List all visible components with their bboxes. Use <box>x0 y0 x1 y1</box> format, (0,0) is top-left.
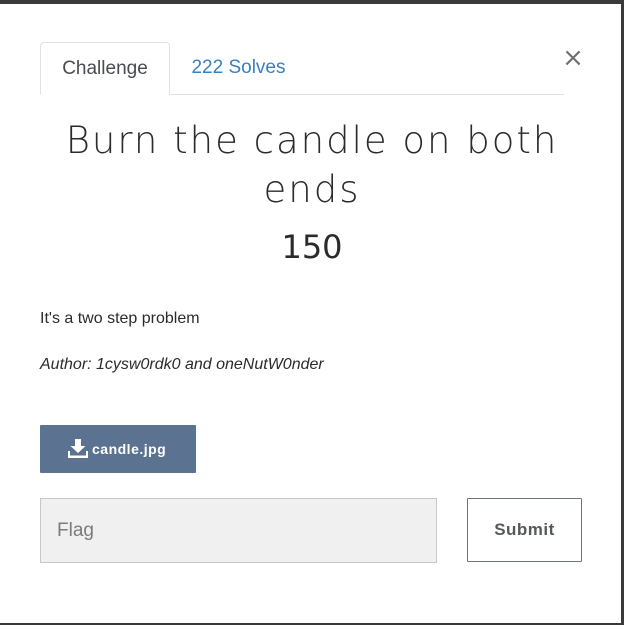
file-name-label: candle.jpg <box>92 441 167 457</box>
tab-challenge[interactable]: Challenge <box>40 42 170 95</box>
challenge-title: Burn the candle on both ends <box>65 119 559 211</box>
challenge-description: It's a two step problem <box>40 310 200 327</box>
download-icon <box>68 439 88 458</box>
challenge-modal: × Challenge 222 Solves Burn the candle o… <box>0 4 621 623</box>
download-file-button[interactable]: candle.jpg <box>40 425 196 473</box>
close-button[interactable]: × <box>562 45 584 71</box>
challenge-tabs: Challenge 222 Solves <box>40 42 564 95</box>
tab-solves[interactable]: 222 Solves <box>170 42 307 94</box>
flag-input[interactable] <box>40 498 437 563</box>
challenge-author: Author: 1cysw0rdk0 and oneNutW0nder <box>40 356 324 373</box>
submit-button[interactable]: Submit <box>467 498 582 562</box>
challenge-points: 150 <box>281 228 343 266</box>
